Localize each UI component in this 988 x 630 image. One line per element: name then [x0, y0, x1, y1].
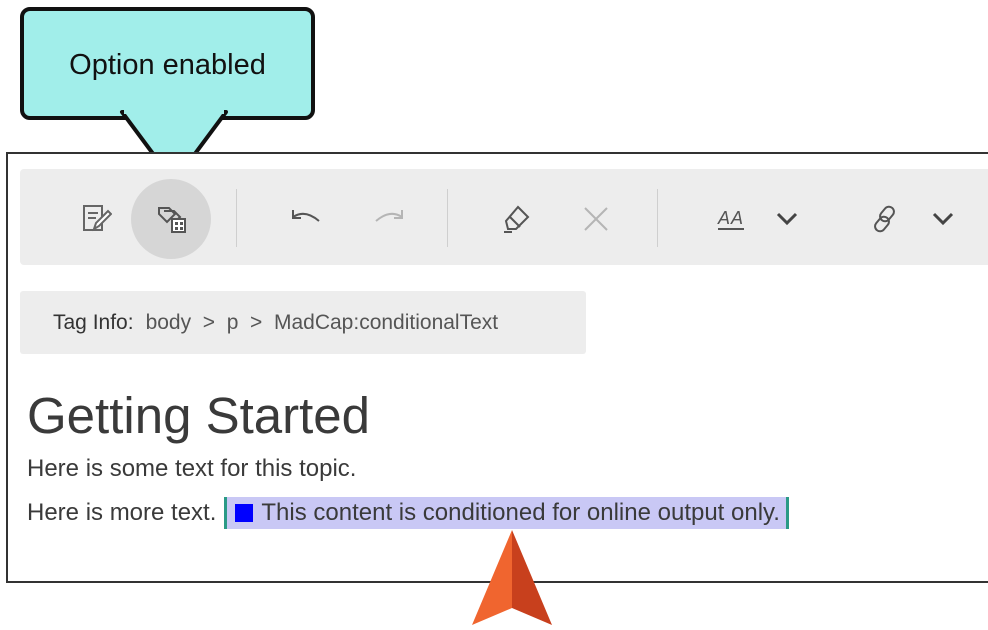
callout-text: Option enabled	[69, 49, 266, 81]
callout: Option enabled	[20, 7, 315, 120]
toolbar-separator	[657, 189, 658, 247]
toolbar-separator	[236, 189, 237, 247]
paragraph-text: Here is more text.	[27, 499, 217, 526]
page-heading[interactable]: Getting Started	[27, 390, 370, 441]
editor-frame: AA Tag Info: body > p > MadCap:condition…	[6, 152, 988, 583]
edit-icon[interactable]	[76, 199, 116, 239]
tag-info-bar: Tag Info: body > p > MadCap:conditionalT…	[20, 291, 586, 354]
redo-icon[interactable]	[369, 199, 409, 239]
link-icon[interactable]	[865, 199, 905, 239]
chevron-down-icon[interactable]	[772, 199, 802, 239]
show-tags-icon[interactable]	[153, 199, 191, 239]
conditional-text: This content is conditioned for online o…	[261, 499, 780, 526]
paragraph[interactable]: Here is more text. This content is condit…	[27, 497, 789, 529]
tag-info-path[interactable]: body > p > MadCap:conditionalText	[146, 311, 499, 335]
clear-icon[interactable]	[576, 199, 616, 239]
undo-icon[interactable]	[286, 199, 326, 239]
toolbar-separator	[447, 189, 448, 247]
text-format-label: AA	[717, 208, 744, 230]
highlight-icon[interactable]	[496, 199, 536, 239]
text-format-icon[interactable]: AA	[708, 199, 754, 239]
toolbar: AA	[20, 169, 988, 265]
conditional-text-span[interactable]: This content is conditioned for online o…	[224, 497, 789, 529]
chevron-down-icon[interactable]	[928, 199, 958, 239]
tag-info-label: Tag Info:	[53, 310, 134, 334]
condition-tag-swatch	[235, 504, 254, 522]
paragraph[interactable]: Here is some text for this topic.	[27, 455, 356, 483]
arrow-pointer-icon	[472, 530, 552, 625]
